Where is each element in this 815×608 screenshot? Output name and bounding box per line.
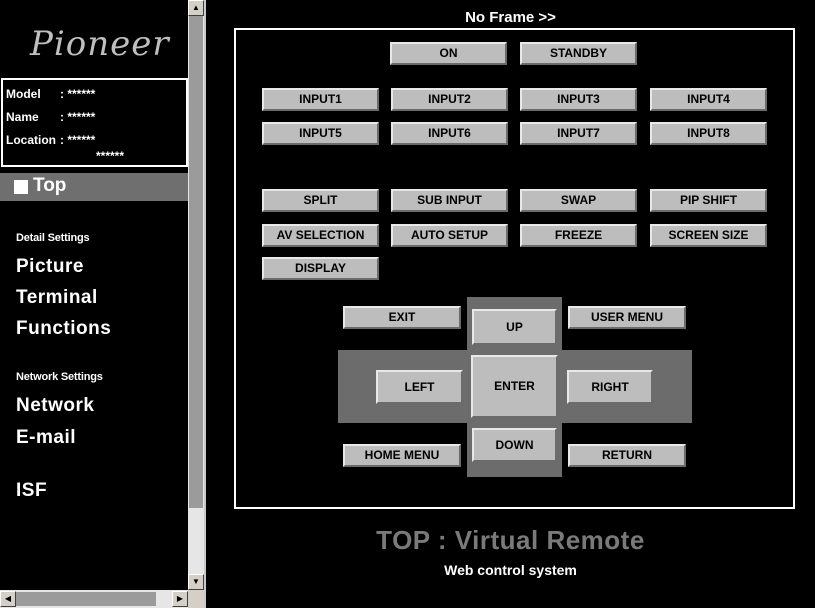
sidebar-item-functions[interactable]: Functions bbox=[16, 318, 111, 340]
selected-square-icon bbox=[14, 180, 28, 194]
down-button[interactable]: DOWN bbox=[472, 428, 557, 462]
display-button[interactable]: DISPLAY bbox=[262, 257, 379, 280]
model-row: Model : ****** bbox=[6, 87, 95, 101]
sidebar-item-top-label: Top bbox=[33, 175, 67, 196]
page-title: TOP : Virtual Remote bbox=[376, 525, 645, 555]
auto-setup-button[interactable]: AUTO SETUP bbox=[391, 224, 508, 247]
input5-button[interactable]: INPUT5 bbox=[262, 122, 379, 145]
user-menu-button[interactable]: USER MENU bbox=[568, 306, 686, 329]
left-button[interactable]: LEFT bbox=[376, 370, 463, 404]
vertical-scroll-thumb[interactable] bbox=[189, 16, 203, 508]
location-value: : ****** bbox=[60, 133, 96, 147]
arrow-down-icon[interactable]: ▼ bbox=[188, 574, 204, 590]
split-button[interactable]: SPLIT bbox=[262, 189, 379, 212]
exit-button[interactable]: EXIT bbox=[343, 306, 461, 329]
location-value-line2: ****** bbox=[96, 149, 125, 163]
input1-button[interactable]: INPUT1 bbox=[262, 88, 379, 111]
input8-button[interactable]: INPUT8 bbox=[650, 122, 767, 145]
model-value: : ****** bbox=[60, 87, 96, 101]
name-value: : ****** bbox=[60, 110, 96, 124]
device-info-box: Model : ****** Name : ****** Location : ***… bbox=[1, 78, 188, 167]
no-frame-link[interactable]: No Frame >> bbox=[206, 9, 815, 26]
input2-button[interactable]: INPUT2 bbox=[391, 88, 508, 111]
name-label: Name bbox=[6, 110, 39, 124]
input7-button[interactable]: INPUT7 bbox=[520, 122, 637, 145]
sidebar-content: Pioneer Model : ****** Name : ****** Locat… bbox=[0, 0, 188, 590]
home-menu-button[interactable]: HOME MENU bbox=[343, 444, 461, 467]
sidebar-item-terminal[interactable]: Terminal bbox=[16, 287, 98, 309]
detail-settings-header: Detail Settings bbox=[16, 232, 90, 244]
page-subtitle: Web control system bbox=[444, 562, 577, 578]
av-selection-button[interactable]: AV SELECTION bbox=[262, 224, 379, 247]
sub-input-button[interactable]: SUB INPUT bbox=[391, 189, 508, 212]
input4-button[interactable]: INPUT4 bbox=[650, 88, 767, 111]
main-frame: No Frame >> ON STANDBY INPUT1 INPUT2 INP… bbox=[206, 0, 815, 608]
horizontal-scroll-thumb[interactable] bbox=[16, 592, 156, 606]
right-button[interactable]: RIGHT bbox=[567, 370, 653, 404]
location-label: Location bbox=[6, 133, 56, 147]
arrow-left-icon[interactable]: ◀ bbox=[0, 591, 16, 607]
sidebar-item-network[interactable]: Network bbox=[16, 395, 94, 417]
sidebar-item-isf[interactable]: ISF bbox=[16, 480, 47, 502]
sidebar-frame: Pioneer Model : ****** Name : ****** Locat… bbox=[0, 0, 205, 608]
sidebar-item-email[interactable]: E-mail bbox=[16, 427, 76, 449]
screen-size-button[interactable]: SCREEN SIZE bbox=[650, 224, 767, 247]
return-button[interactable]: RETURN bbox=[568, 444, 686, 467]
freeze-button[interactable]: FREEZE bbox=[520, 224, 637, 247]
pip-shift-button[interactable]: PIP SHIFT bbox=[650, 189, 767, 212]
location-row: Location : ****** bbox=[6, 133, 95, 147]
sidebar-item-top[interactable]: Top bbox=[0, 173, 188, 201]
scroll-corner bbox=[188, 590, 205, 608]
model-label: Model bbox=[6, 87, 41, 101]
enter-button[interactable]: ENTER bbox=[471, 355, 558, 418]
swap-button[interactable]: SWAP bbox=[520, 189, 637, 212]
sidebar-item-picture[interactable]: Picture bbox=[16, 256, 84, 278]
standby-button[interactable]: STANDBY bbox=[520, 42, 637, 65]
input6-button[interactable]: INPUT6 bbox=[391, 122, 508, 145]
arrow-up-icon[interactable]: ▲ bbox=[188, 0, 204, 16]
pioneer-logo: Pioneer bbox=[30, 24, 170, 64]
network-settings-header: Network Settings bbox=[16, 371, 103, 383]
arrow-right-icon[interactable]: ▶ bbox=[172, 591, 188, 607]
name-row: Name : ****** bbox=[6, 110, 95, 124]
input3-button[interactable]: INPUT3 bbox=[520, 88, 637, 111]
up-button[interactable]: UP bbox=[472, 309, 557, 345]
on-button[interactable]: ON bbox=[390, 42, 507, 65]
